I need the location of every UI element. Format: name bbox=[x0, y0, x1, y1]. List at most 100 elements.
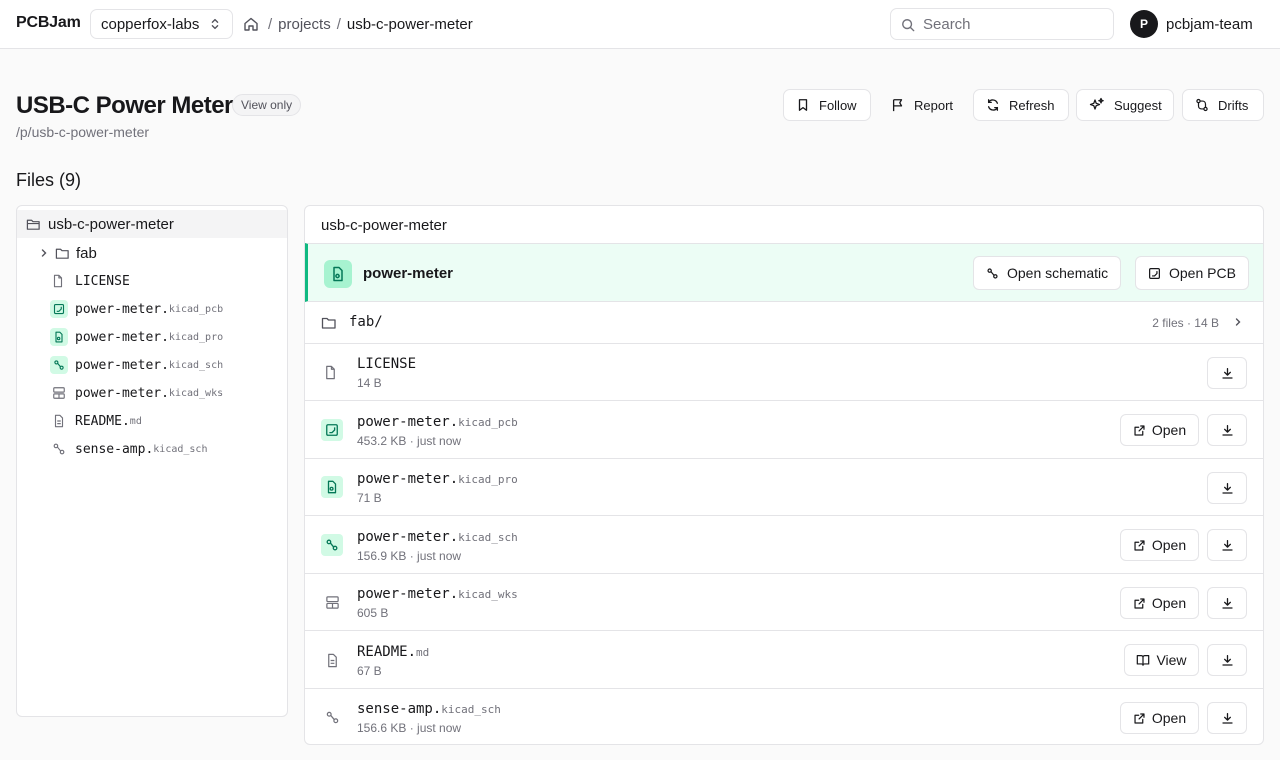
book-open-icon bbox=[1136, 653, 1150, 667]
view-label: View bbox=[1156, 652, 1187, 668]
tree-item-label: LICENSE bbox=[75, 273, 130, 289]
sparkle-icon bbox=[1089, 97, 1105, 113]
refresh-icon bbox=[986, 98, 1000, 112]
tree-item-label: sense-amp. bbox=[75, 441, 154, 457]
file-meta: 605 B bbox=[357, 606, 389, 620]
open-button[interactable]: Open bbox=[1120, 414, 1199, 446]
file-name: power-meter.kicad_sch bbox=[357, 529, 518, 545]
user-name[interactable]: pcbjam-team bbox=[1166, 16, 1253, 33]
follow-button[interactable]: Follow bbox=[783, 89, 871, 121]
file-ext: kicad_sch bbox=[458, 531, 518, 544]
open-button[interactable]: Open bbox=[1120, 529, 1199, 561]
tree-item-kicad-pro[interactable]: power-meter. kicad_pro bbox=[17, 323, 287, 351]
tree-item-kicad-pcb[interactable]: power-meter. kicad_pcb bbox=[17, 295, 287, 323]
file-row-license[interactable]: LICENSE 14 B bbox=[305, 344, 1263, 401]
download-button[interactable] bbox=[1207, 357, 1247, 389]
folder-name: fab/ bbox=[349, 314, 383, 330]
project-slug: /p/usb-c-power-meter bbox=[16, 124, 150, 140]
home-icon[interactable] bbox=[243, 16, 259, 32]
schematic-icon bbox=[325, 710, 340, 725]
open-pcb-button[interactable]: Open PCB bbox=[1135, 256, 1249, 290]
report-label: Report bbox=[914, 97, 954, 113]
file-row-readme[interactable]: README.md 67 B View bbox=[305, 631, 1263, 689]
download-button[interactable] bbox=[1207, 529, 1247, 561]
top-bar: PCBJam copperfox-labs / projects / usb-c… bbox=[0, 0, 1280, 49]
file-base: power-meter. bbox=[357, 414, 459, 430]
document-icon bbox=[52, 414, 66, 428]
panel-path: usb-c-power-meter bbox=[321, 217, 447, 234]
file-row-kicad-wks[interactable]: power-meter.kicad_wks 605 B Open bbox=[305, 574, 1263, 631]
brand-logo[interactable]: PCBJam bbox=[16, 14, 81, 32]
search-input[interactable]: Search bbox=[890, 8, 1114, 40]
open-button[interactable]: Open bbox=[1120, 702, 1199, 734]
org-selector[interactable]: copperfox-labs bbox=[90, 9, 233, 39]
tree-item-kicad-wks[interactable]: power-meter. kicad_wks bbox=[17, 379, 287, 407]
file-meta: 14 B bbox=[357, 376, 382, 390]
tree-item-kicad-sch[interactable]: power-meter. kicad_sch bbox=[17, 351, 287, 379]
file-row-kicad-sch[interactable]: power-meter.kicad_sch 156.9 KB · just no… bbox=[305, 516, 1263, 574]
drifts-button[interactable]: Drifts bbox=[1182, 89, 1264, 121]
tree-root-label: usb-c-power-meter bbox=[48, 215, 174, 233]
file-panel: usb-c-power-meter power-meter Open schem… bbox=[304, 205, 1264, 745]
file-base: sense-amp. bbox=[357, 701, 442, 717]
tree-item-fab[interactable]: fab bbox=[17, 239, 287, 267]
file-ext: kicad_pro bbox=[458, 473, 518, 486]
view-button[interactable]: View bbox=[1124, 644, 1199, 676]
file-name: LICENSE bbox=[357, 356, 416, 372]
breadcrumb: / projects / usb-c-power-meter bbox=[268, 16, 473, 33]
schematic-icon bbox=[50, 356, 68, 374]
suggest-button[interactable]: Suggest bbox=[1076, 89, 1174, 121]
file-tree: usb-c-power-meter fab LICENSE power-mete… bbox=[16, 205, 288, 717]
file-meta: 156.6 KB · just now bbox=[357, 721, 462, 735]
tree-item-license[interactable]: LICENSE bbox=[17, 267, 287, 295]
folder-icon bbox=[321, 315, 337, 331]
open-button[interactable]: Open bbox=[1120, 587, 1199, 619]
download-button[interactable] bbox=[1207, 414, 1247, 446]
breadcrumb-projects[interactable]: projects bbox=[278, 16, 331, 33]
tree-root[interactable]: usb-c-power-meter bbox=[17, 210, 287, 238]
schematic-icon bbox=[986, 267, 999, 280]
chevron-right-icon[interactable] bbox=[39, 248, 49, 258]
download-button[interactable] bbox=[1207, 644, 1247, 676]
tree-item-label: fab bbox=[76, 244, 97, 262]
report-button[interactable]: Report bbox=[878, 89, 966, 121]
external-link-icon bbox=[1133, 597, 1146, 610]
open-schematic-button[interactable]: Open schematic bbox=[973, 256, 1122, 290]
file-base: power-meter. bbox=[357, 586, 459, 602]
file-row-kicad-pro[interactable]: power-meter.kicad_pro 71 B bbox=[305, 459, 1263, 516]
file-name: README.md bbox=[357, 644, 429, 660]
tree-item-sense-amp[interactable]: sense-amp. kicad_sch bbox=[17, 435, 287, 463]
folder-meta: 2 files · 14 B bbox=[1152, 316, 1219, 330]
folder-icon bbox=[55, 246, 70, 261]
schematic-icon bbox=[321, 534, 343, 556]
follow-label: Follow bbox=[819, 97, 857, 113]
project-file-icon bbox=[50, 328, 68, 346]
file-row-sense-amp[interactable]: sense-amp.kicad_sch 156.6 KB · just now … bbox=[305, 689, 1263, 744]
tree-item-label: power-meter. bbox=[75, 385, 169, 401]
tree-item-label: README. bbox=[75, 413, 130, 429]
download-button[interactable] bbox=[1207, 587, 1247, 619]
refresh-button[interactable]: Refresh bbox=[973, 89, 1069, 121]
tree-item-ext: kicad_pcb bbox=[168, 303, 224, 315]
refresh-label: Refresh bbox=[1009, 97, 1055, 113]
chevron-up-down-icon bbox=[208, 17, 222, 31]
project-file-row[interactable]: power-meter Open schematic Open PCB bbox=[305, 243, 1263, 302]
file-meta: 67 B bbox=[357, 664, 382, 678]
folder-row-fab[interactable]: fab/ 2 files · 14 B bbox=[305, 302, 1263, 344]
download-icon bbox=[1221, 654, 1234, 667]
open-label: Open bbox=[1151, 422, 1187, 438]
flag-icon bbox=[891, 98, 905, 112]
breadcrumb-separator: / bbox=[268, 16, 273, 33]
download-button[interactable] bbox=[1207, 472, 1247, 504]
download-button[interactable] bbox=[1207, 702, 1247, 734]
file-base: power-meter. bbox=[357, 529, 459, 545]
download-icon bbox=[1221, 424, 1234, 437]
avatar[interactable]: P bbox=[1130, 10, 1158, 38]
breadcrumb-separator: / bbox=[336, 16, 341, 33]
project-file-icon bbox=[324, 260, 352, 288]
file-row-kicad-pcb[interactable]: power-meter.kicad_pcb 453.2 KB · just no… bbox=[305, 401, 1263, 459]
tree-item-readme[interactable]: README. md bbox=[17, 407, 287, 435]
external-link-icon bbox=[1133, 424, 1146, 437]
tree-item-ext: kicad_wks bbox=[168, 387, 224, 399]
tree-item-label: power-meter. bbox=[75, 329, 169, 345]
